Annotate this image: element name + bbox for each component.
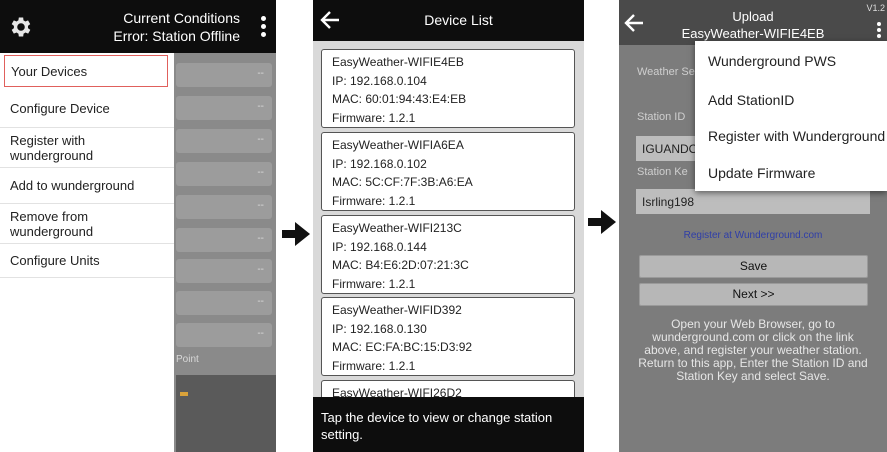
device-ip: IP: 192.168.0.144 <box>332 239 427 254</box>
drawer-item-label: Add to wunderground <box>10 178 135 193</box>
device-card[interactable]: EasyWeather-WIFI26D2 <box>321 380 575 397</box>
drawer-item-label: Configure Device <box>10 101 110 116</box>
drawer-item-label: Configure Units <box>10 253 100 268</box>
drawer-item-label: Remove from wunderground <box>10 208 94 239</box>
dimmed-label: Point <box>176 354 199 365</box>
menu-item-add-stationid[interactable]: Add StationID <box>708 92 794 108</box>
dimmed-row: -- <box>176 228 272 252</box>
toolbar-title: Device List <box>424 12 493 28</box>
dimmed-row: -- <box>176 291 272 315</box>
register-link[interactable]: Register at Wunderground.com <box>637 230 869 241</box>
drawer-item-your-devices[interactable]: Your Devices <box>4 55 168 87</box>
device-card[interactable]: EasyWeather-WIFIA6EA IP: 192.168.0.102 M… <box>321 132 575 211</box>
drawer-item-label: Register with wunderground <box>10 132 94 163</box>
device-firmware: Firmware: 1.2.1 <box>332 193 416 208</box>
device-ip: IP: 192.168.0.104 <box>332 73 427 88</box>
navigation-drawer: Your Devices Configure Device Register w… <box>0 53 174 452</box>
back-arrow-icon[interactable] <box>319 9 341 31</box>
device-name: EasyWeather-WIFI213C <box>332 221 462 235</box>
device-firmware: Firmware: 1.2.1 <box>332 358 416 373</box>
dimmed-row: -- <box>176 195 272 219</box>
dimmed-row-value: -- <box>257 200 264 211</box>
drawer-item-remove-from-wunderground[interactable]: Remove from wunderground <box>0 204 174 244</box>
device-list: EasyWeather-WIFIE4EB IP: 192.168.0.104 M… <box>313 41 584 397</box>
dimmed-row: -- <box>176 162 272 186</box>
device-name: EasyWeather-WIFIA6EA <box>332 138 464 152</box>
weather-section-label: Weather Se <box>637 66 695 78</box>
device-ip: IP: 192.168.0.130 <box>332 321 427 336</box>
help-text: Open your Web Browser, go to wundergroun… <box>637 318 869 383</box>
dimmed-row-value: -- <box>257 134 264 145</box>
right-arrow-icon <box>282 222 310 246</box>
dimmed-row-value: -- <box>257 328 264 339</box>
dimmed-row-value: -- <box>257 68 264 79</box>
gear-icon[interactable] <box>8 14 34 40</box>
help-paragraph: Open your Web Browser, go to wundergroun… <box>644 317 862 357</box>
app-toolbar: Upload EasyWeather-WIFIE4EB V1.2 <box>619 0 887 45</box>
dimmed-row: -- <box>176 63 272 87</box>
station-id-label: Station ID <box>637 111 686 123</box>
kebab-menu-icon[interactable] <box>877 22 883 40</box>
back-arrow-icon[interactable] <box>623 12 645 34</box>
dimmed-row: -- <box>176 96 272 120</box>
instruction-footer: Tap the device to view or change station… <box>313 397 584 452</box>
toolbar-title: Current Conditions <box>123 10 240 26</box>
menu-item-register-with-wunderground[interactable]: Register with Wunderground <box>708 128 885 144</box>
menu-item-update-firmware[interactable]: Update Firmware <box>708 165 815 181</box>
dimmed-row-value: -- <box>257 233 264 244</box>
station-key-label: Station Ke <box>637 166 688 178</box>
help-paragraph: Return to this app, Enter the Station ID… <box>638 356 868 383</box>
version-label: V1.2 <box>866 3 885 13</box>
overflow-popup-menu: Wunderground PWS Add StationID Register … <box>695 41 887 191</box>
device-ip: IP: 192.168.0.102 <box>332 156 427 171</box>
upload-screen: Upload EasyWeather-WIFIE4EB V1.2 Weather… <box>619 0 887 452</box>
dimmed-row-value: -- <box>257 167 264 178</box>
station-key-field[interactable]: Isrling198 <box>636 189 870 214</box>
drawer-item-label: Your Devices <box>11 63 88 79</box>
menu-item-wunderground-pws[interactable]: Wunderground PWS <box>708 53 836 69</box>
device-card[interactable]: EasyWeather-WIFI213C IP: 192.168.0.144 M… <box>321 215 575 294</box>
device-list-screen: Device List EasyWeather-WIFIE4EB IP: 192… <box>313 0 584 452</box>
drawer-item-register-wunderground[interactable]: Register with wunderground <box>0 128 174 168</box>
dimmed-row-value: -- <box>257 296 264 307</box>
device-mac: MAC: EC:FA:BC:15:D3:92 <box>332 340 473 354</box>
device-card[interactable]: EasyWeather-WIFIE4EB IP: 192.168.0.104 M… <box>321 49 575 128</box>
device-mac: MAC: B4:E6:2D:07:21:3C <box>332 258 469 272</box>
device-mac: MAC: 60:01:94:43:E4:EB <box>332 92 467 106</box>
app-toolbar: Device List <box>313 0 584 41</box>
drawer-item-configure-device[interactable]: Configure Device <box>0 90 174 128</box>
app-toolbar: Current Conditions Error: Station Offlin… <box>0 0 276 53</box>
next-button[interactable]: Next >> <box>639 283 868 306</box>
toolbar-title: Upload <box>732 9 774 24</box>
right-arrow-icon <box>588 210 616 234</box>
drawer-item-configure-units[interactable]: Configure Units <box>0 244 174 278</box>
device-name: EasyWeather-WIFIE4EB <box>332 55 464 69</box>
dimmed-row: -- <box>176 129 272 153</box>
dimmed-marker <box>180 392 188 396</box>
dimmed-row: -- <box>176 259 272 283</box>
device-card[interactable]: EasyWeather-WIFID392 IP: 192.168.0.130 M… <box>321 297 575 376</box>
dimmed-row-value: -- <box>257 101 264 112</box>
device-mac: MAC: 5C:CF:7F:3B:A6:EA <box>332 175 473 189</box>
dimmed-row-value: -- <box>257 264 264 275</box>
dimmed-panel <box>176 375 276 452</box>
device-firmware: Firmware: 1.2.1 <box>332 276 416 291</box>
device-name: EasyWeather-WIFID392 <box>332 303 462 317</box>
device-firmware: Firmware: 1.2.1 <box>332 110 416 125</box>
device-name: EasyWeather-WIFI26D2 <box>332 386 462 397</box>
save-button[interactable]: Save <box>639 255 868 278</box>
dimmed-row: -- <box>176 323 272 347</box>
current-conditions-screen: -- -- -- -- -- -- -- -- -- Point Current… <box>0 0 276 452</box>
kebab-menu-icon[interactable] <box>261 16 267 40</box>
toolbar-subtitle: EasyWeather-WIFIE4EB <box>681 26 825 41</box>
toolbar-subtitle: Error: Station Offline <box>113 28 240 44</box>
drawer-item-add-to-wunderground[interactable]: Add to wunderground <box>0 168 174 204</box>
